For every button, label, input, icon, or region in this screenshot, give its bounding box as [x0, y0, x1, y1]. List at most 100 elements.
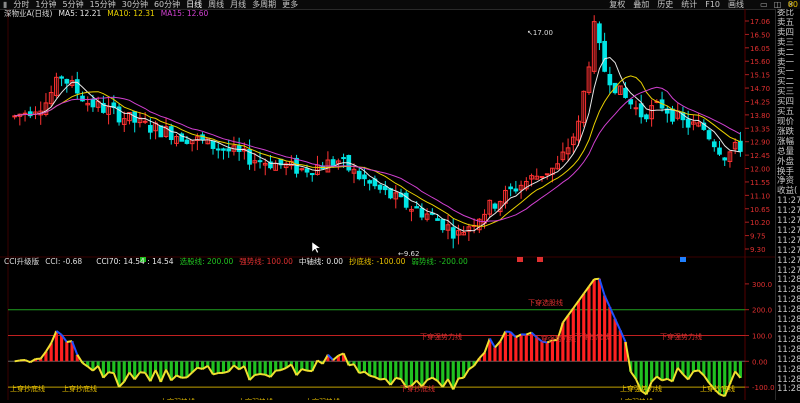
tool-3[interactable]: 统计	[677, 0, 701, 9]
candle-body	[712, 142, 716, 147]
cci-bar	[253, 361, 256, 375]
price-tick-label: 16.05	[750, 45, 770, 53]
candle-body	[686, 119, 690, 127]
cci-annotation: 下穿抄底线	[400, 384, 435, 393]
signal-flag	[680, 257, 686, 262]
candle-body	[436, 219, 440, 221]
tool-5[interactable]: 画线	[724, 0, 748, 9]
cci-bar	[650, 361, 653, 381]
cci-line-seg	[505, 332, 510, 333]
minimize-icon[interactable]: ▭	[757, 0, 771, 9]
cci-bar	[180, 361, 183, 377]
tab-3[interactable]: 15分钟	[87, 0, 119, 9]
tool-4[interactable]: F10	[701, 0, 724, 9]
cci-bar	[436, 361, 439, 381]
candle-body	[514, 189, 518, 191]
cci-legend: CCI升级版 CCI: -0.68 CCI70: 14.54 : 14.54 选…	[0, 257, 468, 266]
cci-bar	[603, 296, 606, 362]
kline-chart[interactable]: 17.0616.5016.0515.6015.1514.7014.2513.80…	[0, 9, 775, 400]
cci-annotation: 上穿强势力线	[620, 384, 662, 393]
tab-10[interactable]: 更多	[279, 0, 301, 9]
cci-tick-label: -100.0	[752, 384, 775, 392]
cci-bar	[368, 361, 371, 375]
price-tick-label: 10.20	[750, 219, 770, 227]
cci-bar	[540, 341, 543, 361]
cci-line-seg	[276, 370, 281, 371]
price-title: 深物业A(日线)	[4, 9, 52, 18]
cci-line-seg	[109, 372, 114, 373]
tool-2[interactable]: 历史	[653, 0, 677, 9]
cci-bar	[206, 361, 209, 366]
tool-1[interactable]: 叠加	[629, 0, 653, 9]
tab-6[interactable]: 日线	[183, 0, 205, 9]
chart-area[interactable]: 17.0616.5016.0515.6015.1514.7014.2513.80…	[0, 9, 745, 400]
candle-body	[143, 121, 147, 122]
cci-bar	[384, 361, 387, 378]
zhongzhou-label: 中轴线: 0.00	[299, 257, 343, 266]
candle-body	[91, 99, 95, 106]
ma5-label: MA5: 12.21	[58, 9, 101, 18]
cci-bar	[587, 286, 590, 361]
cci-bar	[389, 361, 392, 385]
cci-bar	[144, 361, 147, 372]
cci-tick-label: 300.0	[752, 281, 772, 289]
candle-body	[671, 109, 675, 121]
cci-line-seg	[213, 373, 218, 374]
cci-bar	[431, 361, 434, 377]
candle-body	[342, 158, 346, 159]
quote-row: 11:28	[776, 385, 800, 395]
cci-bar	[217, 361, 220, 373]
candle-body	[216, 149, 220, 150]
candle-body	[415, 207, 419, 208]
cci-bar	[530, 333, 533, 362]
tab-1[interactable]: 1分钟	[32, 0, 59, 9]
price-tick-label: 12.00	[750, 166, 770, 174]
price-tick-label: 13.35	[750, 125, 770, 133]
price-tick-label: 12.90	[750, 139, 770, 147]
cci-bar	[97, 361, 100, 366]
cci-bar	[394, 361, 397, 378]
tab-0[interactable]: 分时	[10, 0, 32, 9]
cci-line-seg	[359, 372, 364, 373]
cci-bar	[551, 340, 554, 361]
tab-9[interactable]: 多周期	[249, 0, 279, 9]
tab-5[interactable]: 60分钟	[151, 0, 183, 9]
cci-bar	[274, 361, 277, 370]
qiangshi-label: 强势线: 100.00	[239, 257, 293, 266]
cci-value: CCI: -0.68	[45, 257, 82, 266]
cci-bar	[138, 361, 141, 372]
price-tick-label: 11.55	[750, 179, 770, 187]
cci-tick-label: 100.0	[752, 333, 772, 341]
candle-body	[645, 115, 649, 119]
price-tick-label: 9.75	[750, 233, 766, 241]
cci-bar	[457, 361, 460, 378]
price-tick-label: 15.60	[750, 58, 770, 66]
cci-bar	[697, 361, 700, 370]
kline-toggle-icon[interactable]: ▮	[0, 0, 10, 9]
tab-7[interactable]: 周线	[205, 0, 227, 9]
cci-annotation: 上穿抄底线	[10, 384, 45, 393]
restore-icon[interactable]: ◫	[771, 0, 785, 9]
tab-4[interactable]: 30分钟	[119, 0, 151, 9]
signal-flag	[517, 257, 523, 262]
cci-bar	[499, 341, 502, 361]
tool-0[interactable]: 复权	[605, 0, 629, 9]
tab-2[interactable]: 5分钟	[60, 0, 87, 9]
price-tick-label: 10.65	[750, 206, 770, 214]
candle-body	[185, 140, 189, 143]
candle-body	[540, 177, 544, 178]
cci-annotation: 上穿抄底线	[62, 384, 97, 393]
price-tick-label: 17.06	[750, 18, 771, 26]
candle-body	[441, 219, 445, 229]
price-legend: 深物业A(日线) MA5: 12.21 MA10: 12.31 MA15: 12…	[0, 9, 208, 18]
cci-bar	[614, 319, 617, 362]
quote-panel: 委比卖五卖四卖三卖二卖一买一买二买三买四买五现价涨跌涨幅总量外盘换手净资收益(1…	[775, 9, 800, 400]
cci-bar	[504, 332, 507, 362]
candle-body	[384, 186, 388, 189]
cci-annotation: 下穿强势力线	[534, 334, 576, 343]
candle-body	[598, 24, 602, 43]
cci-tick-label: 0.00	[752, 358, 768, 366]
candle-body	[149, 125, 153, 132]
tab-8[interactable]: 月线	[227, 0, 249, 9]
cci-bar	[185, 361, 188, 377]
